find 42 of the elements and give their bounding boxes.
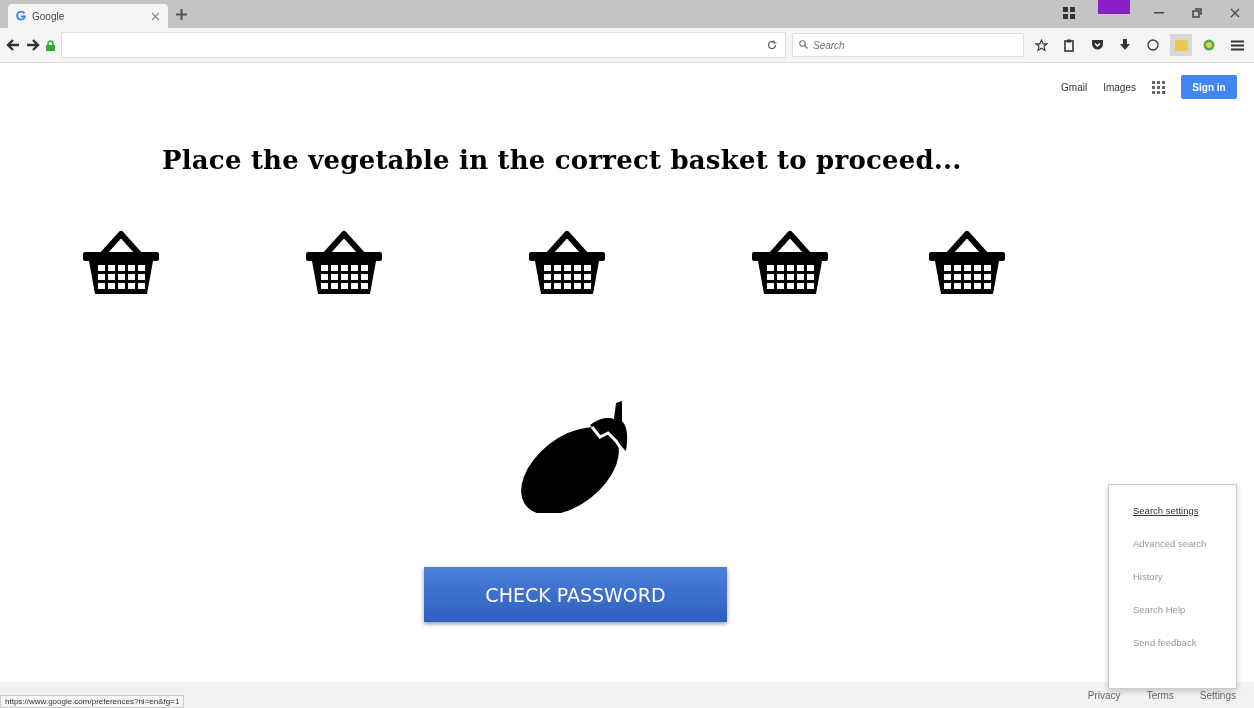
menu-item[interactable]: Search Help <box>1133 604 1236 615</box>
footer-link[interactable]: Terms <box>1146 689 1174 701</box>
basket-icon <box>927 230 1007 296</box>
minimize-icon[interactable] <box>1154 12 1164 14</box>
basket-icon <box>304 230 384 296</box>
menu-item[interactable]: Search settings <box>1133 505 1236 516</box>
footer-link[interactable]: Settings <box>1199 689 1236 701</box>
reload-icon[interactable] <box>767 40 777 50</box>
menu-item[interactable]: Send feedback <box>1133 637 1236 648</box>
page-heading: Place the vegetable in the correct basket to proceed... <box>161 145 963 175</box>
search-icon <box>799 40 808 49</box>
header-link[interactable]: Gmail <box>1061 81 1088 93</box>
browser-tab[interactable]: Google <box>8 4 168 28</box>
basket-icon <box>527 230 607 296</box>
status-url: https://www.google.com/preferences?hl=en&fg=1 <box>0 695 185 708</box>
close-icon[interactable] <box>1230 8 1240 18</box>
forward-icon[interactable] <box>26 39 40 51</box>
extension-icon[interactable] <box>1203 39 1215 51</box>
menu-item[interactable]: History <box>1133 571 1236 582</box>
tab-title: Google <box>32 10 66 22</box>
new-tab-icon[interactable] <box>176 8 187 20</box>
footer-link[interactable]: Privacy <box>1087 689 1121 701</box>
close-icon[interactable] <box>151 11 160 21</box>
download-icon[interactable] <box>1120 39 1130 51</box>
apps-icon[interactable] <box>1152 80 1165 94</box>
lock-icon <box>46 39 55 51</box>
search-field[interactable]: Search <box>792 33 1024 57</box>
sign-in-button[interactable]: Sign in <box>1181 75 1237 99</box>
basket-icon <box>81 230 161 296</box>
basket-icon <box>750 230 830 296</box>
back-icon[interactable] <box>6 39 20 51</box>
chat-icon[interactable] <box>1147 39 1159 51</box>
menu-item[interactable]: Advanced search <box>1133 538 1236 549</box>
header-link[interactable]: Images <box>1103 81 1136 93</box>
pocket-icon[interactable] <box>1090 39 1104 51</box>
google-logo-icon <box>16 11 26 21</box>
star-icon[interactable] <box>1034 38 1048 52</box>
grid-icon[interactable] <box>1063 7 1075 19</box>
check-password-button[interactable]: CHECK PASSWORD <box>424 567 727 622</box>
menu-icon[interactable] <box>1230 39 1244 51</box>
clipboard-icon[interactable] <box>1064 38 1074 52</box>
restore-icon[interactable] <box>1192 8 1202 18</box>
